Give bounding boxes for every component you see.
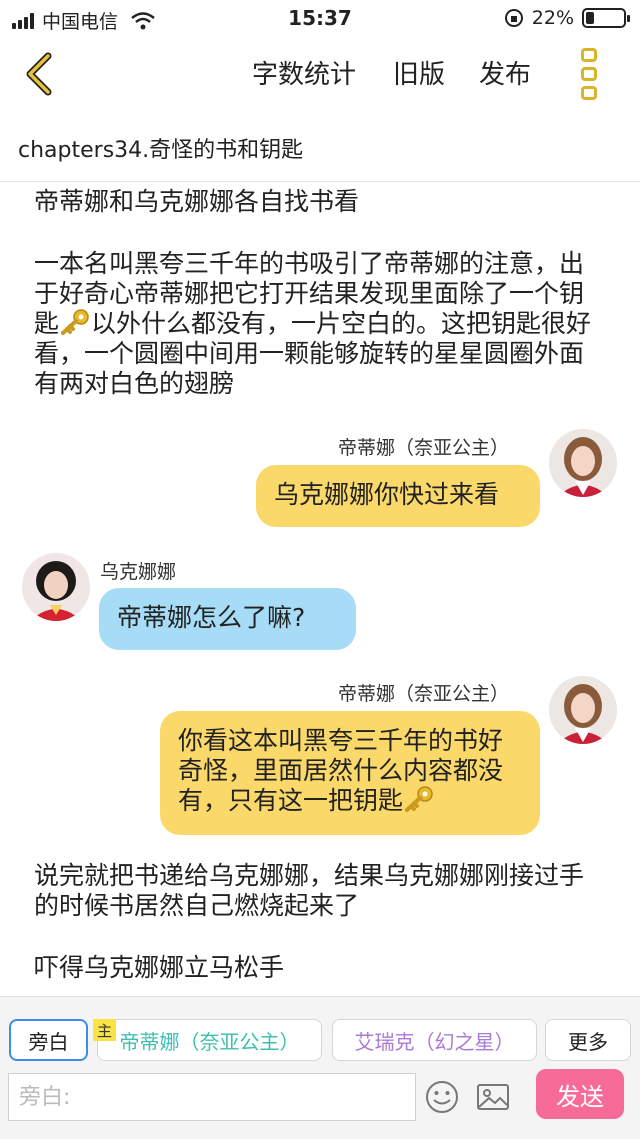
narration-input[interactable] xyxy=(9,1074,415,1120)
composer-bar: 旁白 主 帝蒂娜（奈亚公主） 艾瑞克（幻之星） 更多 发送 xyxy=(0,996,640,1139)
role-chip-narrator[interactable]: 旁白 xyxy=(9,1019,88,1061)
speaker-name: 帝蒂娜（奈亚公主） xyxy=(338,683,510,705)
speaker-name: 帝蒂娜（奈亚公主） xyxy=(338,437,510,459)
chat-bubble: 乌克娜娜你快过来看 xyxy=(256,465,540,527)
chat-bubble: 你看这本叫黑夸三千年的书好奇怪，里面居然什么内容都没有，只有这一把钥匙 xyxy=(160,711,540,835)
status-bar: 中国电信 15:37 22% xyxy=(0,0,640,36)
avatar[interactable] xyxy=(549,429,617,497)
battery-percent: 22% xyxy=(531,7,574,29)
story-content: 帝蒂娜和乌克娜娜各自找书看 一本名叫黑夸三千年的书吸引了帝蒂娜的注意，出于好奇心… xyxy=(0,183,640,993)
narration-paragraph: 一本名叫黑夸三千年的书吸引了帝蒂娜的注意，出于好奇心帝蒂娜把它打开结果发现里面除… xyxy=(34,249,604,399)
chat-bubble-text: 你看这本叫黑夸三千年的书好奇怪，里面居然什么内容都没有，只有这一把钥匙 xyxy=(178,726,504,815)
narration-text: 以外什么都没有，一片空白的。这把钥匙很好看，一个圆圈中间用一颗能够旋转的星星圆圈… xyxy=(34,309,592,398)
old-version-button[interactable]: 旧版 xyxy=(393,54,445,91)
narration-input-box[interactable] xyxy=(8,1073,416,1121)
orientation-lock-icon xyxy=(504,9,523,27)
more-menu-icon[interactable] xyxy=(578,48,600,100)
battery-icon xyxy=(582,8,630,28)
narration-paragraph: 说完就把书递给乌克娜娜，结果乌克娜娜刚接过手的时候书居然自己燃烧起来了 xyxy=(34,861,585,920)
back-chevron-icon[interactable] xyxy=(18,50,66,98)
publish-button[interactable]: 发布 xyxy=(479,54,531,91)
avatar[interactable] xyxy=(22,553,90,621)
main-role-badge: 主 xyxy=(93,1019,116,1041)
send-button[interactable]: 发送 xyxy=(536,1069,624,1119)
emoji-icon[interactable] xyxy=(424,1079,460,1115)
role-chip-titina[interactable]: 帝蒂娜（奈亚公主） xyxy=(97,1019,322,1061)
more-roles-button[interactable]: 更多 xyxy=(545,1019,631,1061)
speaker-name: 乌克娜娜 xyxy=(100,561,177,583)
narration-paragraph: 帝蒂娜和乌克娜娜各自找书看 xyxy=(34,187,360,216)
key-icon xyxy=(405,786,433,812)
key-icon xyxy=(61,309,89,335)
chapter-title: chapters34.奇怪的书和钥匙 xyxy=(18,138,304,163)
chat-bubble: 帝蒂娜怎么了嘛? xyxy=(99,588,356,650)
image-icon[interactable] xyxy=(475,1079,511,1115)
narration-paragraph: 吓得乌克娜娜立马松手 xyxy=(34,953,285,982)
role-chip-eric[interactable]: 艾瑞克（幻之星） xyxy=(332,1019,537,1061)
avatar[interactable] xyxy=(549,676,617,744)
word-count-button[interactable]: 字数统计 xyxy=(252,54,356,91)
chapter-header: chapters34.奇怪的书和钥匙 xyxy=(0,120,640,182)
nav-bar: 字数统计 旧版 发布 xyxy=(0,36,640,112)
